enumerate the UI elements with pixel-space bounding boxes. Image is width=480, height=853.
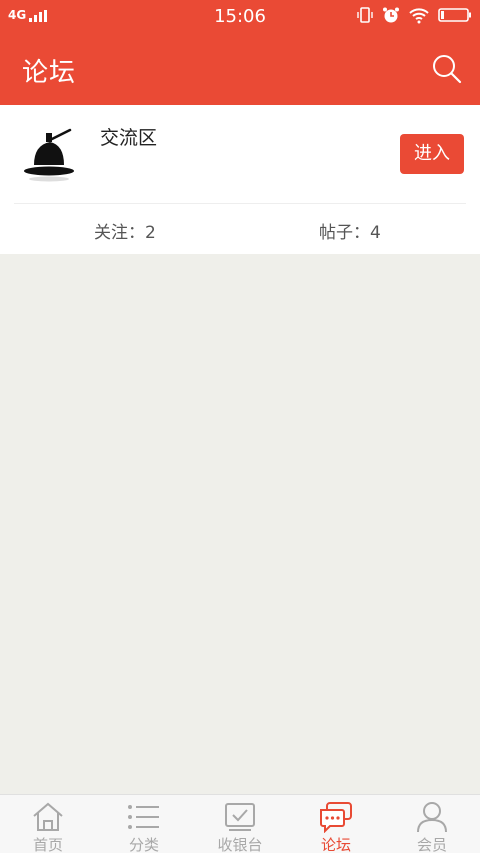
- app-header: 4G 15:06 论坛: [0, 0, 480, 105]
- list-icon: [128, 805, 159, 829]
- enter-button[interactable]: 进入: [400, 134, 464, 174]
- checkout-icon: [225, 803, 255, 831]
- post-count: 帖子：4: [319, 223, 381, 243]
- page-title: 论坛: [22, 58, 77, 88]
- divider: [14, 203, 466, 204]
- search-button[interactable]: [430, 52, 464, 86]
- tab-label: 会员: [416, 836, 447, 853]
- tab-label: 论坛: [320, 836, 351, 853]
- tab-label: 收银台: [217, 836, 263, 853]
- tab-member[interactable]: 会员: [384, 795, 480, 853]
- tab-forum[interactable]: 论坛: [288, 795, 384, 853]
- bottom-tab-bar: 首页 分类 收银台 论坛 会员: [0, 794, 480, 853]
- alarm-icon: [383, 7, 399, 23]
- tab-label: 分类: [128, 836, 159, 853]
- chat-icon: [320, 802, 352, 833]
- battery-icon: [438, 8, 471, 22]
- tab-label: 首页: [32, 836, 63, 853]
- tab-category[interactable]: 分类: [96, 795, 192, 853]
- status-bar: 4G 15:06: [0, 0, 480, 34]
- status-icons: [356, 6, 472, 24]
- follow-count: 关注：2: [94, 223, 156, 243]
- forum-logo: [24, 128, 74, 182]
- title-bar: 论坛: [0, 34, 480, 105]
- vibrate-icon: [357, 7, 373, 23]
- tab-checkout[interactable]: 收银台: [192, 795, 288, 853]
- forum-name[interactable]: 交流区: [100, 123, 157, 150]
- wifi-icon: [409, 8, 429, 24]
- tab-home[interactable]: 首页: [0, 795, 96, 853]
- user-icon: [417, 802, 447, 833]
- home-icon: [33, 802, 63, 831]
- forum-card[interactable]: 交流区 进入 关注：2 帖子：4: [0, 105, 480, 254]
- search-icon: [433, 55, 462, 84]
